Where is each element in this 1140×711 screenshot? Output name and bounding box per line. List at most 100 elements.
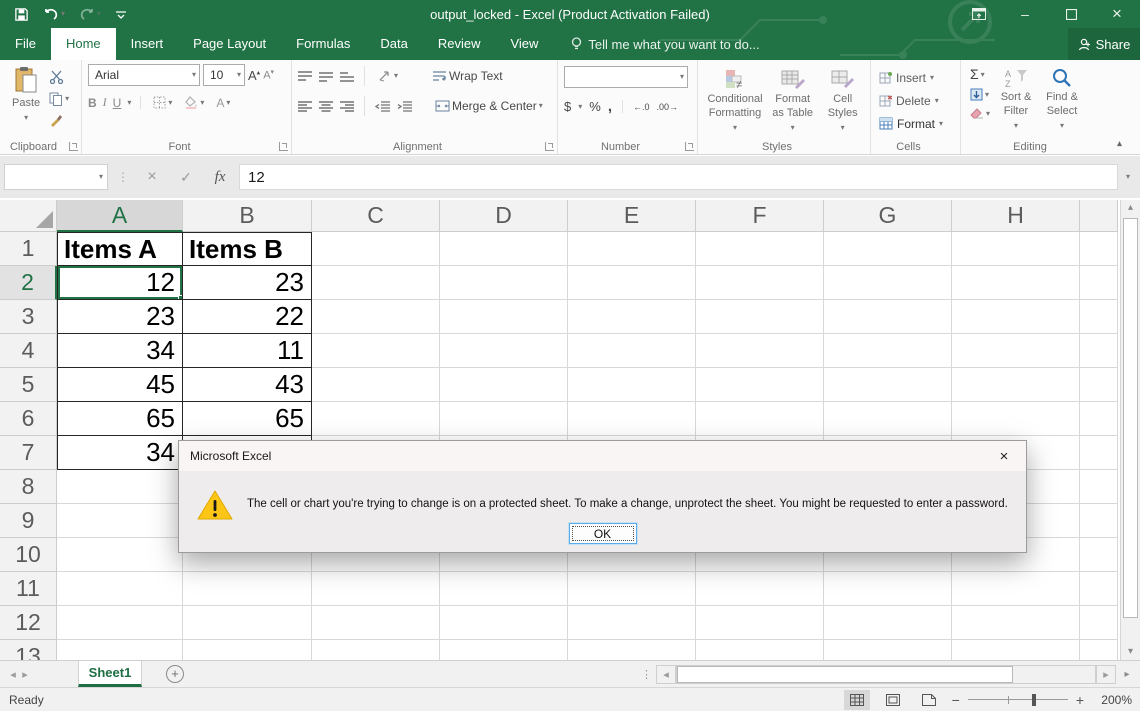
cell-F1[interactable] (696, 232, 824, 266)
page-break-view-button[interactable] (916, 690, 942, 710)
tab-view[interactable]: View (495, 28, 553, 60)
maximize-button[interactable] (1048, 0, 1094, 28)
increase-indent-icon[interactable] (397, 101, 412, 112)
align-left-icon[interactable] (298, 101, 312, 112)
select-all-corner[interactable] (0, 200, 57, 232)
row-header-3[interactable]: 3 (0, 300, 57, 334)
accounting-caret-icon[interactable]: ▾ (578, 103, 582, 111)
tab-review[interactable]: Review (423, 28, 496, 60)
formula-input[interactable]: 12 (239, 164, 1118, 190)
expand-formula-bar-icon[interactable]: ▾ (1126, 173, 1130, 181)
hscroll-left-icon[interactable]: ◂ (656, 665, 676, 684)
column-header-D[interactable]: D (440, 200, 568, 232)
cell-D2[interactable] (440, 266, 568, 300)
cell-fill-8[interactable] (1080, 470, 1118, 504)
cancel-entry-button[interactable]: × (137, 168, 167, 186)
cell-fill-5[interactable] (1080, 368, 1118, 402)
column-header-F[interactable]: F (696, 200, 824, 232)
cell-B1[interactable]: Items B (183, 232, 312, 266)
cell-A4[interactable]: 34 (57, 334, 183, 368)
name-box-caret-icon[interactable]: ▾ (99, 173, 103, 181)
cell-B3[interactable]: 22 (183, 300, 312, 334)
cell-D4[interactable] (440, 334, 568, 368)
comma-style-button[interactable]: , (608, 98, 612, 115)
cell-A9[interactable] (57, 504, 183, 538)
cell-fill-13[interactable] (1080, 640, 1118, 660)
tab-formulas[interactable]: Formulas (281, 28, 365, 60)
cell-C11[interactable] (312, 572, 440, 606)
cell-H13[interactable] (952, 640, 1080, 660)
normal-view-button[interactable] (844, 690, 870, 710)
cell-B11[interactable] (183, 572, 312, 606)
cell-H4[interactable] (952, 334, 1080, 368)
insert-cells-button[interactable]: Insert ▾ (877, 66, 956, 89)
sheet-nav-right-icon[interactable]: ▸ (12, 661, 38, 687)
underline-caret-icon[interactable]: ▾ (127, 99, 131, 107)
cell-B6[interactable]: 65 (183, 402, 312, 436)
column-header-H[interactable]: H (952, 200, 1080, 232)
formula-bar-grip[interactable]: ⋮ (117, 170, 128, 184)
cell-A13[interactable] (57, 640, 183, 660)
dialog-ok-button[interactable]: OK (569, 523, 637, 544)
undo-button[interactable]: ▾ (43, 8, 65, 21)
cell-fill-11[interactable] (1080, 572, 1118, 606)
cell-A2[interactable]: 12 (57, 266, 183, 300)
cell-D5[interactable] (440, 368, 568, 402)
tab-splitter-grip[interactable]: ⋮ (641, 668, 650, 681)
align-center-icon[interactable] (319, 101, 333, 112)
cell-E5[interactable] (568, 368, 696, 402)
cell-fill-12[interactable] (1080, 606, 1118, 640)
cell-C2[interactable] (312, 266, 440, 300)
cell-H5[interactable] (952, 368, 1080, 402)
fill-handle[interactable] (178, 295, 183, 300)
autosum-button[interactable]: Σ ▾ (967, 66, 993, 83)
cell-fill-4[interactable] (1080, 334, 1118, 368)
orientation-button[interactable]: ▾ (375, 68, 401, 84)
column-header-G[interactable]: G (824, 200, 952, 232)
increase-font-button[interactable]: A▴ (248, 68, 260, 83)
underline-button[interactable]: U (113, 96, 122, 110)
cell-fill-9[interactable] (1080, 504, 1118, 538)
row-header-10[interactable]: 10 (0, 538, 57, 572)
cell-A5[interactable]: 45 (57, 368, 183, 402)
tab-home[interactable]: Home (51, 28, 116, 60)
zoom-slider-track[interactable] (968, 694, 1068, 706)
dialog-close-button[interactable]: × (992, 445, 1016, 467)
accounting-format-button[interactable]: $ (564, 99, 571, 114)
row-header-13[interactable]: 13 (0, 640, 57, 660)
column-header-partial[interactable] (1080, 200, 1118, 232)
close-button[interactable]: × (1094, 0, 1140, 28)
cell-fill-3[interactable] (1080, 300, 1118, 334)
align-middle-icon[interactable] (319, 71, 333, 82)
cell-E3[interactable] (568, 300, 696, 334)
cell-A1[interactable]: Items A (57, 232, 183, 266)
decrease-indent-icon[interactable] (375, 101, 390, 112)
cell-E4[interactable] (568, 334, 696, 368)
cell-G11[interactable] (824, 572, 952, 606)
cell-F2[interactable] (696, 266, 824, 300)
format-painter-button[interactable] (46, 112, 72, 129)
tab-page-layout[interactable]: Page Layout (178, 28, 281, 60)
copy-button[interactable]: ▾ (46, 90, 72, 108)
cell-B12[interactable] (183, 606, 312, 640)
number-format-combobox[interactable]: ▾ (564, 66, 688, 88)
tab-insert[interactable]: Insert (116, 28, 179, 60)
minimize-button[interactable]: – (1002, 0, 1048, 28)
clear-button[interactable]: ▾ (967, 106, 993, 121)
cell-D3[interactable] (440, 300, 568, 334)
zoom-out-button[interactable]: − (952, 692, 960, 708)
cell-H3[interactable] (952, 300, 1080, 334)
cell-C13[interactable] (312, 640, 440, 660)
cell-B2[interactable]: 23 (183, 266, 312, 300)
font-color-button[interactable]: A ▾ (213, 96, 233, 110)
cell-C5[interactable] (312, 368, 440, 402)
zoom-slider-handle[interactable] (1032, 694, 1036, 706)
cell-E2[interactable] (568, 266, 696, 300)
cell-A10[interactable] (57, 538, 183, 572)
cell-B5[interactable]: 43 (183, 368, 312, 402)
cell-C4[interactable] (312, 334, 440, 368)
row-header-4[interactable]: 4 (0, 334, 57, 368)
cell-G3[interactable] (824, 300, 952, 334)
format-as-table-button[interactable]: Format as Table ▾ (766, 64, 819, 138)
cell-A7[interactable]: 34 (57, 436, 183, 470)
